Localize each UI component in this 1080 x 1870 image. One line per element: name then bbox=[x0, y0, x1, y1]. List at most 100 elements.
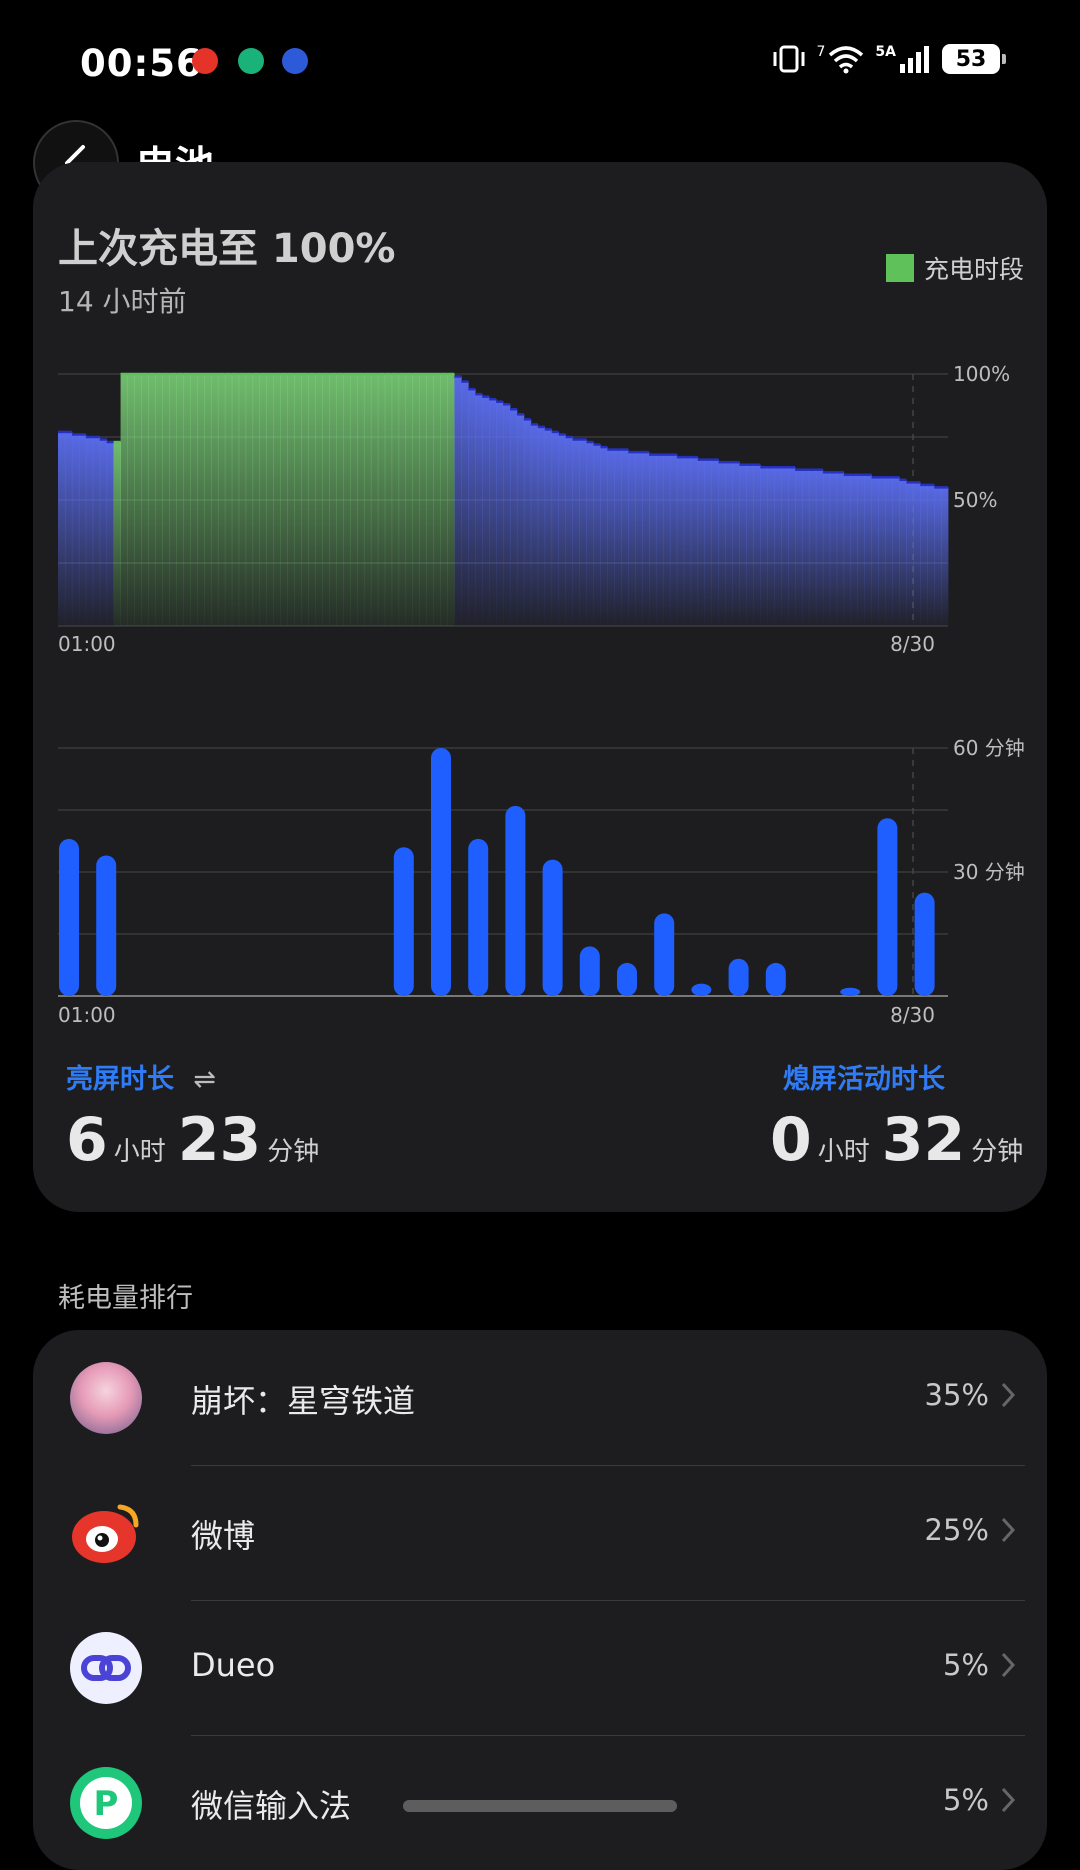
list-item[interactable]: Dueo 5% bbox=[33, 1600, 1047, 1735]
battery-area-segment bbox=[628, 452, 636, 626]
battery-area-segment bbox=[468, 389, 476, 626]
charging-area-segment bbox=[273, 374, 281, 626]
screen-time-bar bbox=[468, 838, 489, 996]
battery-area-segment bbox=[850, 474, 859, 626]
charging-area-segment bbox=[308, 374, 316, 626]
charging-area-segment bbox=[162, 374, 170, 626]
home-indicator[interactable] bbox=[403, 1800, 677, 1812]
charging-area-segment bbox=[134, 374, 142, 626]
battery-area-segment bbox=[746, 464, 754, 626]
charging-area-segment bbox=[245, 374, 254, 626]
charging-area-segment bbox=[127, 374, 135, 626]
battery-area-segment bbox=[544, 429, 553, 626]
list-item[interactable]: 微博 25% bbox=[33, 1465, 1047, 1600]
battery-level-chart: 100% 50% 01:00 8/30 bbox=[58, 362, 1010, 656]
battery-area-segment bbox=[649, 454, 657, 626]
battery-area-segment bbox=[683, 457, 692, 626]
battery-area-segment bbox=[593, 444, 601, 626]
charging-area-segment bbox=[259, 374, 267, 626]
screen-time-bar bbox=[505, 805, 526, 996]
battery-area-segment bbox=[489, 399, 497, 626]
charging-area-segment bbox=[322, 374, 330, 626]
charging-area-segment bbox=[350, 374, 358, 626]
screen-on-minutes: 23 bbox=[177, 1105, 262, 1175]
hour-unit: 小时 bbox=[817, 1137, 870, 1167]
y-tick-label: 50% bbox=[953, 488, 997, 512]
battery-area-segment bbox=[704, 459, 712, 626]
battery-area-segment bbox=[718, 462, 726, 626]
battery-area-segment bbox=[99, 439, 108, 626]
battery-area-segment bbox=[551, 431, 560, 626]
charging-area-segment bbox=[169, 374, 177, 626]
screen-time-bar bbox=[914, 892, 935, 996]
battery-area-segment bbox=[503, 404, 511, 626]
battery-area-segment bbox=[85, 437, 94, 626]
charging-area-segment bbox=[433, 374, 441, 626]
honkai-star-rail-icon bbox=[70, 1362, 142, 1434]
battery-area-segment bbox=[496, 401, 504, 626]
x-tick-label: 8/30 bbox=[890, 1003, 935, 1027]
battery-area-segment bbox=[864, 474, 872, 626]
list-item[interactable]: 崩坏：星穹铁道 35% bbox=[33, 1330, 1047, 1465]
screen-time-bar bbox=[691, 983, 712, 996]
battery-area-segment bbox=[774, 467, 782, 626]
battery-area-segment bbox=[920, 484, 928, 626]
charging-area-segment bbox=[231, 374, 240, 626]
battery-area-segment bbox=[711, 459, 719, 626]
battery-area-segment bbox=[565, 437, 573, 626]
battery-area-segment bbox=[530, 424, 539, 626]
battery-area-segment bbox=[913, 482, 921, 626]
charging-area-segment bbox=[287, 374, 295, 626]
battery-area-segment bbox=[808, 469, 817, 626]
screen-time-bar bbox=[542, 859, 563, 996]
battery-area-segment bbox=[586, 442, 594, 626]
battery-area-segment bbox=[523, 419, 532, 626]
battery-area-segment bbox=[454, 376, 462, 626]
battery-area-segment bbox=[558, 434, 566, 626]
charging-area-segment bbox=[391, 374, 400, 626]
x-tick-label: 8/30 bbox=[890, 632, 935, 656]
battery-area-segment bbox=[106, 442, 115, 626]
screen-off-label[interactable]: 熄屏活动时长 bbox=[783, 1057, 945, 1096]
battery-area-segment bbox=[857, 474, 865, 626]
battery-area-segment bbox=[815, 469, 824, 626]
battery-area-segment bbox=[732, 462, 740, 626]
battery-area-segment bbox=[843, 474, 852, 626]
battery-area-segment bbox=[767, 467, 775, 626]
battery-area-segment bbox=[607, 449, 615, 626]
app-name: 微博 bbox=[191, 1517, 256, 1555]
battery-area-segment bbox=[836, 472, 845, 626]
swap-icon[interactable]: ⇌ bbox=[193, 1064, 216, 1095]
battery-area-segment bbox=[572, 439, 580, 626]
battery-area-segment bbox=[934, 487, 942, 626]
charging-area-segment bbox=[183, 374, 191, 626]
battery-area-segment bbox=[71, 434, 80, 626]
charging-area-segment bbox=[447, 374, 455, 626]
battery-area-segment bbox=[878, 477, 886, 626]
charging-area-segment bbox=[204, 374, 212, 626]
screen-on-label[interactable]: 亮屏时长 ⇌ bbox=[66, 1057, 216, 1096]
charging-area-segment bbox=[398, 374, 407, 626]
ranking-section-title: 耗电量排行 bbox=[58, 1283, 193, 1314]
charging-area-segment bbox=[419, 374, 427, 626]
charging-area-segment bbox=[329, 374, 337, 626]
screen-time-bar bbox=[431, 748, 451, 996]
battery-area-segment bbox=[781, 467, 789, 626]
charging-area-segment bbox=[294, 374, 302, 626]
battery-area-segment bbox=[537, 426, 546, 626]
app-name: 微信输入法 bbox=[191, 1787, 352, 1825]
charging-area-segment bbox=[197, 374, 205, 626]
minute-unit: 分钟 bbox=[267, 1137, 320, 1167]
battery-area-segment bbox=[676, 457, 685, 626]
screen-time-bar bbox=[840, 987, 861, 996]
minute-unit: 分钟 bbox=[971, 1137, 1024, 1167]
screen-on-duration: 6 小时 23 分钟 bbox=[66, 1105, 331, 1175]
chevron-right-icon bbox=[1001, 1517, 1016, 1543]
battery-charts[interactable]: 100% 50% 01:00 8/30 60 分钟 30 分钟 01:00 8/30 bbox=[0, 0, 1080, 1100]
screen-time-bar bbox=[728, 958, 749, 996]
battery-area-segment bbox=[892, 477, 900, 626]
battery-area-segment bbox=[655, 454, 664, 626]
charging-area-segment bbox=[155, 374, 163, 626]
battery-area-segment bbox=[475, 394, 483, 626]
charging-area-segment bbox=[370, 374, 379, 626]
